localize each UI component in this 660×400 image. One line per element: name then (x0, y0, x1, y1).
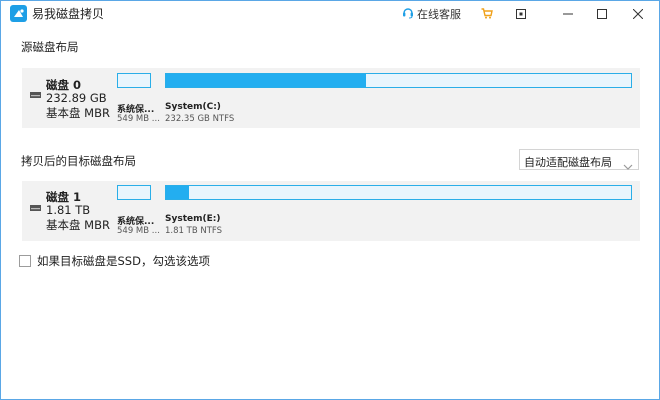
partition-bar-system-c[interactable] (165, 73, 632, 88)
partition-name: System(E:) (165, 214, 221, 224)
minimize-icon (563, 4, 573, 23)
app-logo-icon (10, 5, 27, 22)
cart-button[interactable] (477, 4, 497, 22)
target-disk-panel: 磁盘 1 1.81 TB 基本盘 MBR 系统保... 549 MB ... S… (22, 181, 640, 241)
minimize-button[interactable] (558, 4, 578, 22)
partition-usage-fill (166, 74, 366, 87)
disk-size: 1.81 TB (46, 203, 91, 217)
close-icon (632, 4, 644, 23)
close-button[interactable] (628, 4, 648, 22)
layout-select-value: 自动适配磁盘布局 (524, 156, 612, 169)
chevron-down-icon (623, 156, 633, 170)
ssd-checkbox[interactable] (19, 255, 31, 267)
partition-bar-system-reserved[interactable] (117, 185, 151, 200)
partition-detail: 549 MB ... (117, 114, 160, 124)
source-layout-label: 源磁盘布局 (21, 40, 79, 54)
support-label: 在线客服 (417, 8, 461, 21)
source-disk-panel: 磁盘 0 232.89 GB 基本盘 MBR 系统保... 549 MB ...… (22, 68, 640, 128)
partition-detail: 232.35 GB NTFS (165, 114, 235, 124)
target-box-icon (516, 4, 526, 23)
settings-button[interactable] (511, 4, 531, 22)
partition-bar-system-reserved[interactable] (117, 73, 151, 88)
disk-drive-icon (30, 83, 41, 98)
maximize-button[interactable] (592, 4, 612, 22)
app-title: 易我磁盘拷贝 (32, 7, 105, 21)
maximize-icon (597, 4, 607, 23)
target-layout-label: 拷贝后的目标磁盘布局 (21, 154, 136, 168)
disk-drive-icon (30, 196, 41, 211)
support-icon (402, 6, 414, 22)
layout-select[interactable]: 自动适配磁盘布局 (519, 149, 639, 170)
disk-type: 基本盘 MBR (46, 106, 110, 120)
ssd-checkbox-label[interactable]: 如果目标磁盘是SSD，勾选该选项 (37, 253, 210, 269)
partition-detail: 549 MB ... (117, 226, 160, 236)
partition-bar-system-e[interactable] (165, 185, 632, 200)
title-bar: 易我磁盘拷贝 在线客服 (1, 1, 659, 25)
app-window: 易我磁盘拷贝 在线客服 源磁盘布局 磁盘 0 232.89 GB 基本盘 MBR… (0, 0, 660, 400)
partition-usage-fill (166, 186, 190, 199)
disk-size: 232.89 GB (46, 91, 107, 105)
partition-detail: 1.81 TB NTFS (165, 226, 223, 236)
cart-icon (481, 4, 493, 23)
disk-type: 基本盘 MBR (46, 218, 110, 232)
partition-name: System(C:) (165, 102, 221, 112)
online-support-button[interactable]: 在线客服 (402, 6, 461, 22)
